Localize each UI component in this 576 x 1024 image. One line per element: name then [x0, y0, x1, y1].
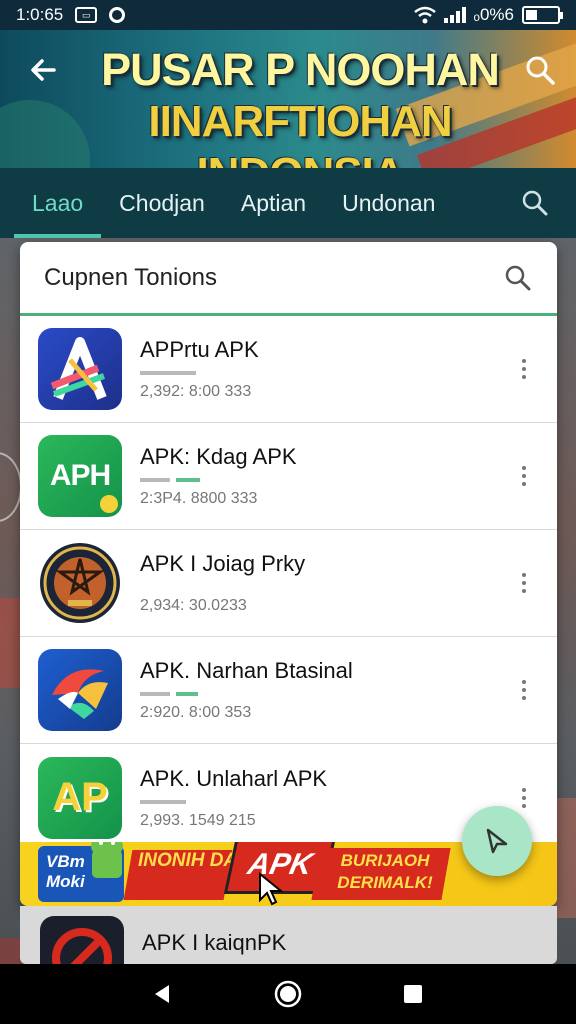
results-card: Cupnen Tonions APPrtu APK 2,392: 8:00 33…	[20, 242, 557, 906]
app-meta: 2:3P4. 8800 333	[140, 490, 258, 507]
list-item[interactable]: APK I kaiqnPK	[20, 906, 557, 964]
notification-box-icon: ▭	[75, 7, 98, 23]
app-subtitle-bar	[140, 585, 509, 591]
app-swirl-icon	[38, 649, 122, 731]
app-name: APK I kaiqnPK	[142, 930, 287, 955]
app-meta: 2,993. 1549 215	[140, 811, 256, 829]
ad-text-2: BURIJAOH DERIMALK!	[337, 851, 433, 892]
nav-recents-button[interactable]	[393, 974, 433, 1014]
nav-back-icon	[154, 985, 169, 1003]
search-icon	[505, 265, 531, 290]
status-time: 1:0:65	[16, 5, 64, 24]
app-meta: 2,392: 8:00 333	[140, 383, 252, 400]
nav-back-button[interactable]	[143, 974, 183, 1014]
app-name: APPrtu APK	[140, 337, 259, 362]
nav-recents-icon	[404, 985, 423, 1003]
app-ap-icon: AP	[38, 756, 122, 839]
card-title: Cupnen Tonions	[44, 263, 218, 291]
title-line-1: PUSAR P NOOHAN	[101, 44, 500, 95]
app-icon-label: AP	[52, 775, 108, 819]
search-icon	[522, 190, 548, 216]
more-options-icon[interactable]	[509, 568, 539, 598]
wifi-icon	[413, 6, 436, 24]
app-subtitle-bar	[140, 478, 509, 484]
app-meta: 2:920. 8:00 353	[140, 704, 252, 721]
app-name: APK I Joiag Prky	[140, 551, 306, 576]
search-icon	[526, 56, 555, 85]
app-aph-icon: APH	[38, 435, 122, 517]
app-icon-label: APH	[49, 459, 111, 492]
more-options-icon[interactable]	[509, 461, 539, 491]
signal-icon	[443, 7, 466, 23]
app-name: APK: Kdag APK	[140, 444, 297, 469]
more-options-icon[interactable]	[509, 354, 539, 384]
app-name: APK. Narhan Btasinal	[140, 658, 353, 683]
battery-percent: ₒ0%6	[473, 5, 514, 24]
app-subtitle-bar	[140, 799, 509, 806]
battery-icon	[522, 6, 563, 24]
app-meta: 2,934: 30.0233	[140, 597, 247, 614]
list-item[interactable]: APK I Joiag Prky 2,934: 30.0233	[20, 530, 557, 637]
card-search-button[interactable]	[503, 263, 533, 293]
nav-home-button[interactable]	[268, 974, 308, 1014]
list-item[interactable]: APPrtu APK 2,392: 8:00 333	[20, 316, 557, 423]
nav-home-icon	[274, 980, 302, 1008]
app-name: APK. Unlaharl APK	[140, 765, 328, 791]
tab-laao[interactable]: Laao	[14, 168, 102, 238]
tab-undonan[interactable]: Undonan	[324, 168, 453, 238]
app-subtitle-bar	[140, 692, 509, 698]
android-robot-icon	[91, 842, 123, 878]
tab-aptian[interactable]: Aptian	[223, 168, 324, 238]
battery-fill	[526, 10, 537, 20]
header-banner: PUSAR P NOOHAN IINARFTIOHAN INDONSIA	[0, 30, 576, 168]
cursor-icon	[259, 872, 284, 906]
app-subtitle-bar	[140, 371, 509, 377]
app-no-icon	[40, 916, 124, 964]
more-options-icon[interactable]	[509, 675, 539, 705]
page-title: PUSAR P NOOHAN IINARFTIOHAN INDONSIA	[40, 44, 560, 168]
list-item[interactable]: APH APK: Kdag APK 2:3P4. 8800 333	[20, 423, 557, 530]
tab-chodjan[interactable]: Chodjan	[101, 168, 223, 238]
sync-circle-icon	[109, 7, 126, 23]
tab-bar: Laao Chodjan Aptian Undonan	[0, 168, 576, 238]
system-nav-bar	[0, 964, 576, 1024]
app-a-icon	[38, 328, 122, 410]
app-seal-icon	[38, 542, 122, 624]
tab-search-button[interactable]	[518, 186, 552, 220]
status-bar: 1:0:65 ▭ ₒ0%6	[0, 0, 576, 30]
navigate-fab-button[interactable]	[462, 806, 532, 876]
list-item[interactable]: APK. Narhan Btasinal 2:920. 8:00 353	[20, 637, 557, 744]
title-line-2: IINARFTIOHAN INDONSIA	[148, 97, 452, 168]
android-robot-icon	[330, 842, 384, 844]
more-options-icon[interactable]	[509, 783, 539, 813]
navigation-arrow-icon	[486, 828, 508, 854]
card-header: Cupnen Tonions	[20, 242, 557, 316]
header-search-button[interactable]	[522, 52, 558, 88]
